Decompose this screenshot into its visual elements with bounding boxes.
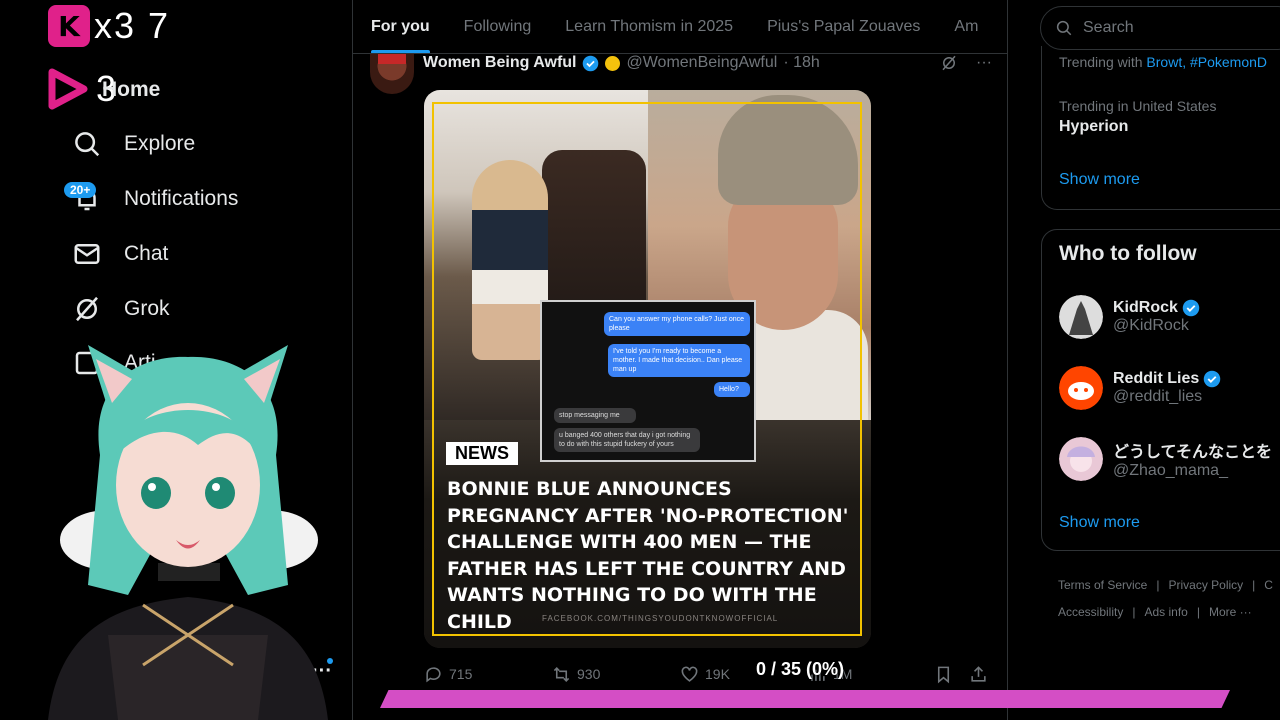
like-button[interactable]: 19K (680, 665, 730, 684)
mail-icon (74, 244, 100, 264)
tab-following[interactable]: Following (464, 0, 532, 53)
who-to-follow-show-more[interactable]: Show more (1059, 514, 1140, 532)
sidebar-item-label: Notifications (124, 187, 239, 210)
repost-count: 930 (577, 666, 601, 682)
tweet-header: Women Being Awful @WomenBeingAwful · 18h (423, 52, 820, 74)
who-to-follow-title: Who to follow (1059, 242, 1197, 265)
column-divider (1007, 0, 1008, 720)
trend-context: Trending with Browt, #PokemonD (1059, 54, 1267, 70)
media-headline: BONNIE BLUE ANNOUNCES PREGNANCY AFTER 'N… (447, 478, 849, 633)
follow-handle: @KidRock (1113, 317, 1189, 334)
follow-suggestion[interactable]: どうしてそんなことを @Zhao_mama_ (1059, 434, 1272, 484)
tweet-top-actions: ··· (940, 54, 992, 72)
footer-ads[interactable]: Ads info (1144, 605, 1187, 619)
tweet-author-name[interactable]: Women Being Awful (423, 54, 576, 72)
follow-suggestion[interactable]: Reddit Lies @reddit_lies (1059, 363, 1221, 413)
tab-partial[interactable]: Am (954, 0, 978, 53)
share-button[interactable] (969, 665, 988, 684)
chat-bubble: u banged 400 others that day i got nothi… (554, 428, 700, 452)
heart-icon (681, 666, 698, 682)
bookmark-icon (937, 666, 950, 683)
trend-context-text: Trending with (1059, 54, 1143, 70)
tab-for-you[interactable]: For you (371, 0, 430, 53)
follow-suggestion[interactable]: KidRock @KidRock (1059, 292, 1200, 342)
search-placeholder: Search (1083, 19, 1134, 36)
share-icon (971, 665, 986, 682)
sidebar-item-notifications[interactable]: 20+ Notifications (64, 177, 239, 221)
stream-progress-label: 0 / 35 (0%) (756, 659, 845, 679)
trending-panel: Trending with Browt, #PokemonD Trending … (1041, 46, 1280, 210)
search-icon (1056, 20, 1072, 36)
tab-learn-thomism[interactable]: Learn Thomism in 2025 (565, 0, 733, 53)
footer-terms[interactable]: Terms of Service (1058, 578, 1147, 592)
follow-handle: @Zhao_mama_ (1113, 462, 1228, 479)
media-chat-screenshot: Can you answer my phone calls? Just once… (540, 300, 756, 462)
notifications-badge: 20+ (64, 182, 97, 198)
follow-name: KidRock (1113, 299, 1178, 316)
verified-badge-icon (1203, 370, 1221, 388)
tab-papal-zouaves[interactable]: Pius's Papal Zouaves (767, 0, 920, 53)
sidebar-item-label: Explore (124, 132, 196, 155)
tweet-author-avatar[interactable] (370, 54, 414, 94)
bookmark-button[interactable] (934, 665, 953, 684)
media-news-tag: NEWS (446, 442, 518, 465)
stream-progress-bar (380, 690, 1230, 708)
sidebar-item-chat[interactable]: Chat (72, 232, 168, 276)
chat-bubble: stop messaging me (554, 408, 636, 423)
grok-icon (76, 296, 98, 322)
more-options-icon[interactable]: ··· (976, 54, 992, 72)
chat-bubble: I've told you I'm ready to become a moth… (608, 344, 750, 377)
timeline-tabs: For you Following Learn Thomism in 2025 … (353, 0, 1007, 54)
trend-item-title: Hyperion (1059, 118, 1129, 135)
trending-show-more[interactable]: Show more (1059, 171, 1140, 189)
verified-badge-icon (1182, 299, 1200, 317)
like-count: 19K (705, 666, 730, 682)
affiliate-badge-icon (605, 55, 621, 71)
follow-name: どうしてそんなことを (1113, 444, 1273, 461)
reply-icon (426, 666, 441, 682)
search-icon (75, 132, 100, 157)
reply-button[interactable]: 715 (424, 665, 472, 684)
tweet-author-handle[interactable]: @WomenBeingAwful (626, 54, 777, 72)
trend-item-context: Trending in United States (1059, 98, 1217, 114)
sidebar-item-explore[interactable]: Explore (72, 122, 195, 166)
sidebar-item-home[interactable]: Home (102, 68, 160, 112)
trend-context-links[interactable]: Browt, #PokemonD (1146, 54, 1267, 70)
media-source: FACEBOOK.COM/THINGSYOUDONTKNOWOFFICIAL (542, 614, 779, 623)
footer-accessibility[interactable]: Accessibility (1058, 605, 1123, 619)
chat-bubble: Can you answer my phone calls? Just once… (604, 312, 750, 336)
sidebar-item-label: Grok (124, 297, 170, 320)
footer-links: Terms of Service | Privacy Policy | C Access… (1058, 578, 1273, 619)
sidebar-item-grok[interactable]: Grok (72, 287, 170, 331)
reddit-avatar-icon (1059, 366, 1103, 410)
search-input[interactable]: Search (1040, 6, 1280, 50)
verified-badge-icon (583, 55, 599, 71)
avatar (1059, 295, 1103, 339)
footer-cookie[interactable]: C (1264, 578, 1273, 592)
reply-count: 715 (449, 666, 473, 682)
footer-privacy[interactable]: Privacy Policy (1168, 578, 1243, 592)
avatar (1059, 437, 1103, 481)
sidebar-item-label: Chat (124, 242, 169, 265)
tweet-media[interactable]: Can you answer my phone calls? Just once… (424, 90, 871, 648)
footer-more[interactable]: More ··· (1209, 605, 1252, 619)
column-divider (352, 0, 353, 720)
grok-icon[interactable] (940, 54, 958, 72)
tweet-time[interactable]: · 18h (783, 54, 819, 72)
chat-bubble: Hello? (714, 382, 750, 397)
sidebar-item-label: Home (102, 78, 161, 101)
trend-item[interactable]: Trending in United States Hyperion (1059, 98, 1216, 136)
follow-handle: @reddit_lies (1113, 388, 1203, 405)
who-to-follow-panel: Who to follow KidRock @KidRock Reddit Li… (1041, 229, 1280, 551)
vtuber-avatar-illustration (48, 345, 328, 720)
repost-button[interactable]: 930 (552, 665, 600, 684)
follow-name: Reddit Lies (1113, 370, 1200, 387)
tweet-action-bar: 715 930 19K 1M (424, 662, 990, 686)
repost-icon (553, 666, 570, 682)
